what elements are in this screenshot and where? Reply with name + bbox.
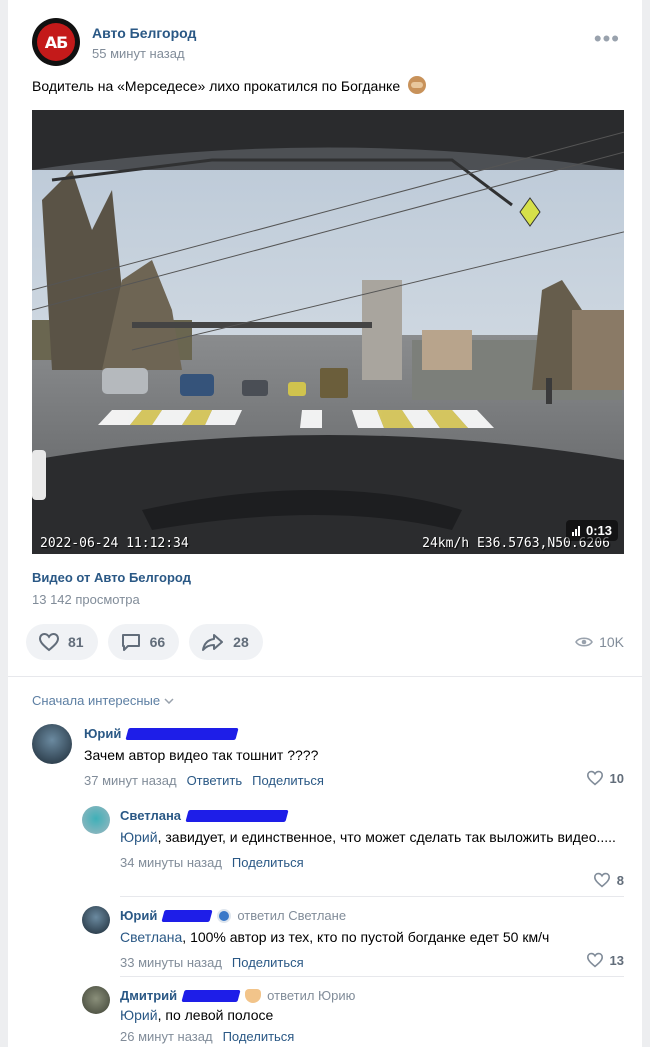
share-link[interactable]: Поделиться	[252, 773, 324, 788]
comment-item: Юрий Зачем автор видео так тошнит ???? 3…	[32, 724, 624, 794]
comment-author: Юрий	[84, 726, 624, 741]
video-title-link[interactable]: Видео от Авто Белгород	[32, 570, 191, 585]
post-card: АБ Авто Белгород 55 минут назад ••• Води…	[8, 0, 642, 1047]
post-actions: 81 66 28	[26, 624, 263, 660]
video-frame-image	[32, 110, 624, 554]
group-logo: АБ	[37, 23, 75, 61]
heart-icon	[586, 770, 603, 786]
share-button[interactable]: 28	[189, 624, 263, 660]
post-text-content: Водитель на «Мерседесе» лихо прокатился …	[32, 78, 401, 94]
comment-time[interactable]: 26 минут назад	[120, 1029, 213, 1044]
comment-author-name[interactable]: Дмитрий	[120, 988, 177, 1003]
group-name-link[interactable]: Авто Белгород	[92, 24, 196, 42]
redacted-surname	[185, 809, 289, 822]
share-link[interactable]: Поделиться	[232, 855, 304, 870]
comment-time[interactable]: 34 минуты назад	[120, 855, 222, 870]
comment-time[interactable]: 37 минут назад	[84, 773, 177, 788]
more-options-icon[interactable]: •••	[594, 28, 620, 50]
comment-author: Светлана	[120, 808, 624, 823]
comments-divider	[8, 676, 642, 677]
reply-link[interactable]: Ответить	[187, 773, 243, 788]
comment-author-name[interactable]: Светлана	[120, 808, 181, 823]
like-button[interactable]: 81	[26, 624, 98, 660]
comments-sort-dropdown[interactable]: Сначала интересные	[32, 693, 174, 708]
comment-text-content: , завидует, и единственное, что может сд…	[157, 829, 616, 845]
comment-mention[interactable]: Юрий	[120, 829, 158, 845]
comment-mention[interactable]: Светлана	[120, 929, 182, 945]
reply-divider	[120, 896, 624, 897]
comment-meta: 26 минут назад Поделиться	[120, 1029, 624, 1044]
post-text: Водитель на «Мерседесе» лихо прокатился …	[32, 76, 427, 96]
heart-icon	[38, 632, 60, 652]
comment-meta: 37 минут назад Ответить Поделиться	[84, 773, 624, 788]
video-duration: 0:13	[585, 523, 612, 538]
share-link[interactable]: Поделиться	[223, 1029, 295, 1044]
redacted-surname	[125, 727, 239, 740]
comment-text: Юрий, по левой полосе	[120, 1005, 624, 1025]
comment-text-content: , 100% автор из тех, кто по пустой богда…	[182, 929, 550, 945]
comments-sort-label: Сначала интересные	[32, 693, 161, 708]
share-arrow-icon	[202, 634, 224, 651]
reply-item: Юрий ответил Светлане Светлана, 100% авт…	[82, 906, 624, 972]
reply-item: Светлана Юрий, завидует, и единственное,…	[82, 806, 624, 892]
video-player[interactable]: 2022-06-24 11:12:34 24km/h E36.5763,N50.…	[32, 110, 624, 554]
comment-author: Дмитрий ответил Юрию	[120, 988, 624, 1003]
views-count: 10K	[599, 634, 624, 650]
signal-bars-icon	[571, 525, 582, 536]
commenter-avatar[interactable]	[82, 806, 110, 834]
badge-icon	[217, 908, 232, 923]
comment-body: Юрий Зачем автор видео так тошнит ???? 3…	[84, 726, 624, 788]
comment-like-count: 10	[609, 770, 624, 786]
video-views: 13 142 просмотра	[32, 592, 140, 607]
comment-meta: 34 минуты назад Поделиться	[120, 855, 624, 870]
comment-like-button[interactable]: 10	[586, 770, 624, 786]
views-counter: 10K	[575, 634, 624, 650]
redacted-surname	[181, 989, 241, 1002]
heart-icon	[593, 872, 610, 888]
comment-mention[interactable]: Юрий	[120, 1007, 158, 1023]
comment-body: Светлана Юрий, завидует, и единственное,…	[120, 808, 624, 870]
share-count: 28	[233, 634, 249, 650]
comment-text: Юрий, завидует, и единственное, что може…	[120, 827, 624, 847]
comment-body: Дмитрий ответил Юрию Юрий, по левой поло…	[120, 988, 624, 1044]
reply-divider	[120, 976, 624, 977]
comment-text-content: , по левой полосе	[157, 1007, 274, 1023]
replied-to[interactable]: ответил Светлане	[237, 908, 346, 923]
commenter-avatar[interactable]	[82, 906, 110, 934]
see-no-evil-monkey-icon	[408, 76, 427, 94]
video-timestamp-overlay: 2022-06-24 11:12:34	[40, 536, 189, 551]
comment-like-button[interactable]: 13	[586, 952, 624, 968]
comment-text: Светлана, 100% автор из тех, кто по пуст…	[120, 927, 624, 947]
share-link[interactable]: Поделиться	[232, 955, 304, 970]
comment-like-count: 13	[609, 952, 624, 968]
comment-author-name[interactable]: Юрий	[84, 726, 121, 741]
group-avatar[interactable]: АБ	[32, 18, 80, 66]
comment-meta: 33 минуты назад Поделиться	[120, 955, 624, 970]
comment-like-button[interactable]: 8	[593, 872, 624, 888]
comment-author: Юрий ответил Светлане	[120, 908, 624, 923]
redacted-surname	[161, 909, 213, 922]
like-count: 81	[68, 634, 84, 650]
post-time[interactable]: 55 минут назад	[92, 46, 196, 61]
hands-emoji-icon	[245, 988, 262, 1003]
comment-icon	[121, 634, 140, 651]
comment-body: Юрий ответил Светлане Светлана, 100% авт…	[120, 908, 624, 970]
commenter-avatar[interactable]	[32, 724, 72, 764]
comment-author-name[interactable]: Юрий	[120, 908, 157, 923]
eye-icon	[575, 637, 594, 647]
video-duration-badge: 0:13	[565, 520, 618, 541]
comment-text: Зачем автор видео так тошнит ????	[84, 747, 319, 763]
reply-item: Дмитрий ответил Юрию Юрий, по левой поло…	[82, 986, 624, 1047]
comment-count: 66	[149, 634, 166, 650]
post-header-text: Авто Белгород 55 минут назад	[92, 24, 196, 61]
comment-button[interactable]: 66	[107, 624, 180, 660]
heart-icon	[586, 952, 603, 968]
chevron-down-icon	[164, 697, 174, 704]
comment-like-count: 8	[616, 872, 624, 888]
comment-time[interactable]: 33 минуты назад	[120, 955, 222, 970]
commenter-avatar[interactable]	[82, 986, 110, 1014]
replied-to[interactable]: ответил Юрию	[267, 988, 355, 1003]
post-header: АБ Авто Белгород 55 минут назад	[32, 18, 196, 66]
